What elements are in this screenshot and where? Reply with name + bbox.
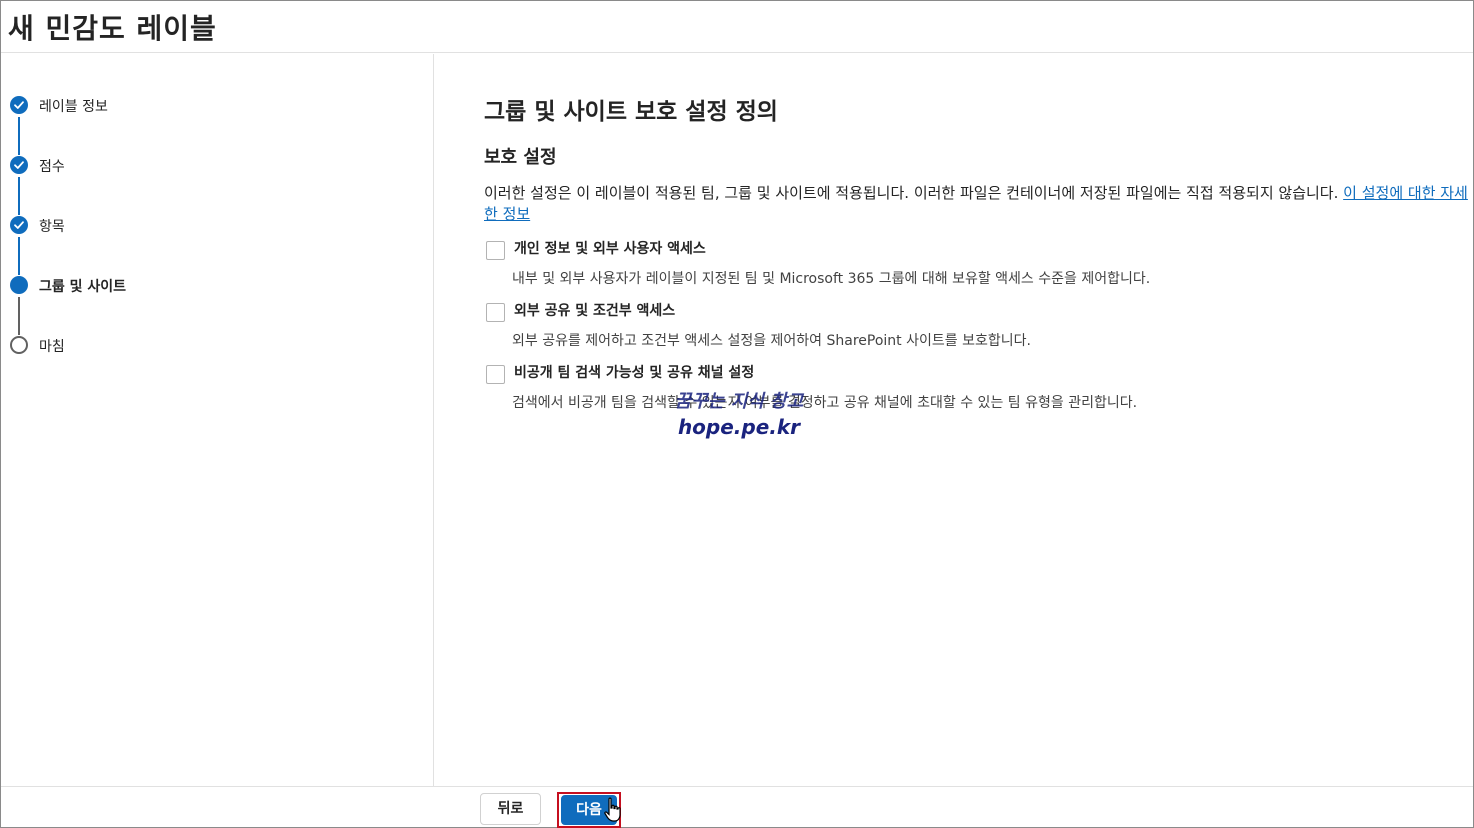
step-scope[interactable]: 점수	[1, 153, 421, 177]
protection-settings-heading: 보호 설정	[484, 147, 557, 168]
watermark-url: hope.pe.kr	[677, 415, 801, 439]
step-items[interactable]: 항목	[1, 213, 421, 237]
step-label: 그룹 및 사이트	[39, 279, 127, 295]
section-title: 그룹 및 사이트 보호 설정 정의	[484, 99, 778, 125]
main-content: 그룹 및 사이트 보호 설정 정의 보호 설정 이러한 설정은 이 레이블이 적…	[435, 54, 1473, 786]
step-finish[interactable]: 마침	[1, 333, 421, 357]
footer-bar: 뒤로 다음	[1, 786, 1473, 828]
description-text: 이러한 설정은 이 레이블이 적용된 팀, 그룹 및 사이트에 적용됩니다. 이…	[484, 183, 1474, 225]
page-header: 새 민감도 레이블	[1, 1, 1473, 53]
watermark-text: 꿈꾸는 지식 창고	[674, 391, 804, 412]
option-privacy-external-access: 개인 정보 및 외부 사용자 액세스 내부 및 외부 사용자가 레이블이 지정된…	[484, 238, 1464, 296]
step-label: 항목	[39, 219, 65, 235]
empty-circle-icon	[10, 336, 28, 354]
step-label: 점수	[39, 159, 65, 175]
step-connector	[18, 177, 20, 215]
description-body: 이러한 설정은 이 레이블이 적용된 팀, 그룹 및 사이트에 적용됩니다. 이…	[484, 184, 1339, 202]
page-title: 새 민감도 레이블	[8, 12, 217, 45]
filled-circle-icon	[10, 276, 28, 294]
watermark: 꿈꾸는 지식 창고 hope.pe.kr	[654, 387, 824, 439]
step-connector	[18, 237, 20, 275]
option-title: 비공개 팀 검색 가능성 및 공유 채널 설정	[514, 365, 755, 381]
step-connector	[18, 117, 20, 155]
step-label: 마침	[39, 339, 65, 355]
option-title: 개인 정보 및 외부 사용자 액세스	[514, 241, 706, 257]
checkmark-icon	[10, 216, 28, 234]
back-button[interactable]: 뒤로	[480, 793, 541, 825]
step-connector	[18, 297, 20, 335]
option-external-sharing-conditional-access: 외부 공유 및 조건부 액세스 외부 공유를 제어하고 조건부 액세스 설정을 …	[484, 300, 1464, 358]
hand-pointer-icon	[604, 797, 621, 822]
external-sharing-checkbox[interactable]	[486, 303, 505, 322]
checkmark-icon	[10, 156, 28, 174]
option-title: 외부 공유 및 조건부 액세스	[514, 303, 676, 319]
option-description: 검색에서 비공개 팀을 검색할 수 있는지 여부를 결정하고 공유 채널에 초대…	[512, 395, 1138, 411]
option-description: 내부 및 외부 사용자가 레이블이 지정된 팀 및 Microsoft 365 …	[512, 271, 1151, 287]
step-groups-sites[interactable]: 그룹 및 사이트	[1, 273, 421, 297]
step-label-info[interactable]: 레이블 정보	[1, 93, 421, 117]
wizard-steps-sidebar: 레이블 정보 점수 항목 그룹 및 사이트 마침	[1, 54, 434, 786]
privacy-external-access-checkbox[interactable]	[486, 241, 505, 260]
option-description: 외부 공유를 제어하고 조건부 액세스 설정을 제어하여 SharePoint …	[512, 333, 1031, 349]
step-label: 레이블 정보	[39, 99, 108, 115]
checkmark-icon	[10, 96, 28, 114]
private-teams-checkbox[interactable]	[486, 365, 505, 384]
option-private-teams-discoverability: 비공개 팀 검색 가능성 및 공유 채널 설정 검색에서 비공개 팀을 검색할 …	[484, 362, 1464, 420]
